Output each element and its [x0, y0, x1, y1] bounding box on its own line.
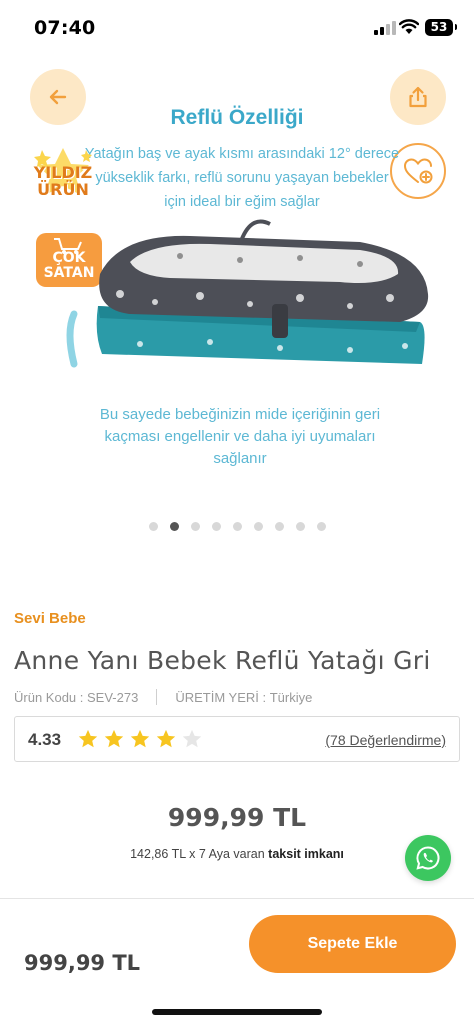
home-indicator[interactable] [152, 1009, 322, 1015]
star-filled-icon [104, 729, 124, 748]
carousel-dot[interactable] [169, 522, 179, 531]
brand-name[interactable]: Sevi Bebe [14, 610, 86, 627]
rating-stars [77, 728, 203, 750]
carousel-dot[interactable] [232, 522, 242, 531]
star-filled-icon [156, 729, 176, 748]
product-meta: Ürün Kodu : SEV-273 ÜRETİM YERİ : Türkiy… [14, 689, 312, 705]
star-badge-line2: ÜRÜN [37, 180, 89, 199]
installment-bold: taksit imkanı [268, 847, 344, 861]
hero-description-bottom: Bu sayede bebeğinizin mide içeriğinin ge… [99, 406, 381, 467]
bottom-action-bar: 999,99 TL Sepete Ekle [0, 905, 474, 1024]
product-code-label: Ürün Kodu : [14, 689, 84, 705]
whatsapp-button[interactable] [405, 835, 451, 881]
star-empty-icon [182, 729, 202, 748]
carousel-indicator[interactable] [0, 522, 474, 531]
origin-label: ÜRETİM YERİ : [175, 689, 267, 705]
status-bar: 07:40 53 [0, 0, 474, 54]
reflux-bed-image [66, 219, 429, 368]
whatsapp-icon [416, 846, 440, 870]
carousel-dot[interactable] [148, 522, 158, 531]
carousel-dot[interactable] [211, 522, 221, 531]
battery-icon: 53 [425, 19, 457, 36]
installment-info: 142,86 TL x 7 Aya varan taksit imkanı [0, 847, 474, 861]
status-time: 07:40 [34, 17, 96, 39]
cellular-signal-icon [374, 21, 396, 35]
hero-title: Reflü Özelliği [170, 106, 304, 129]
product-title: Anne Yanı Bebek Reflü Yatağı Gri [14, 646, 431, 675]
rating-value: 4.33 [28, 730, 62, 749]
bottom-price: 999,99 TL [24, 951, 141, 975]
hero-description-top: Yatağın baş ve ayak kısmı arasındaki 12°… [84, 146, 400, 210]
product-code-value: SEV-273 [87, 689, 139, 705]
installment-text: 142,86 TL x 7 Aya varan [130, 847, 265, 861]
star-filled-icon [78, 729, 98, 748]
origin-value: Türkiye [269, 689, 313, 705]
arrow-left-icon [49, 89, 67, 105]
carousel-dot[interactable] [316, 522, 326, 531]
wifi-icon [399, 19, 419, 34]
reviews-link[interactable]: (78 Değerlendirme) [325, 732, 446, 748]
rating-box[interactable]: 4.33 (78 Değerlendirme) [14, 716, 460, 762]
meta-divider [156, 689, 158, 705]
carousel-dot[interactable] [253, 522, 263, 531]
bottom-divider [0, 898, 474, 899]
carousel-dot[interactable] [295, 522, 305, 531]
star-badge-line1: YILDIZ [33, 163, 93, 182]
product-image-carousel[interactable]: Reflü Özelliği Yatağın baş ve ayak kısmı… [0, 54, 474, 554]
carousel-dot[interactable] [190, 522, 200, 531]
carousel-dot[interactable] [274, 522, 284, 531]
star-filled-icon [130, 729, 150, 748]
add-to-cart-button[interactable]: Sepete Ekle [249, 915, 456, 973]
heart-plus-icon [403, 158, 433, 184]
star-product-badge: YILDIZ ÜRÜN [28, 146, 98, 214]
product-price: 999,99 TL [167, 803, 307, 832]
